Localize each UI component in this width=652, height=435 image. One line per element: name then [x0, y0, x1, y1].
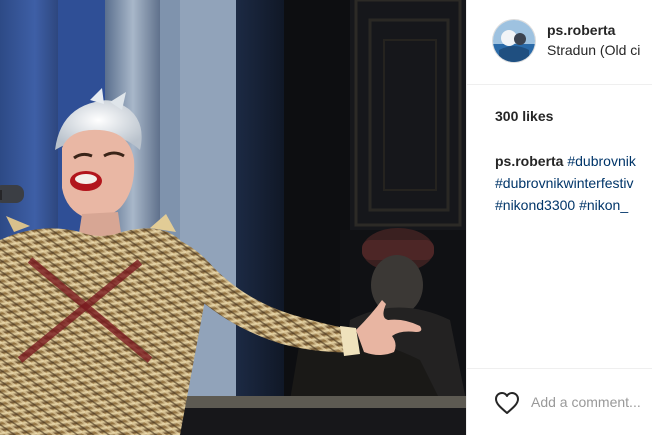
post-photo[interactable]	[0, 0, 466, 435]
likes-count[interactable]: 300 likes	[495, 108, 553, 124]
avatar-image	[493, 20, 535, 62]
post-location[interactable]: Stradun (Old ci	[547, 42, 640, 58]
hashtag-link[interactable]: #dubrovnikwinterfestiv	[495, 175, 634, 191]
user-avatar[interactable]	[493, 20, 535, 62]
add-comment-input[interactable]	[531, 391, 652, 413]
concert-performer-image	[0, 0, 466, 435]
header-divider	[467, 84, 652, 85]
post-caption: ps.roberta #dubrovnik #dubrovnikwinterfe…	[495, 150, 652, 216]
hashtag-link[interactable]: #dubrovnik	[567, 153, 636, 169]
post-username[interactable]: ps.roberta	[547, 22, 615, 38]
caption-username[interactable]: ps.roberta	[495, 153, 563, 169]
caption-line: #nikond3300 #nikon_	[495, 194, 652, 216]
caption-line: #dubrovnikwinterfestiv	[495, 172, 652, 194]
post-side-panel: ps.roberta Stradun (Old ci 300 likes ps.…	[466, 0, 652, 435]
heart-outline-icon[interactable]	[494, 391, 520, 415]
caption-line: ps.roberta #dubrovnik	[495, 150, 652, 172]
hashtag-link[interactable]: #nikond3300	[495, 197, 575, 213]
hashtag-link[interactable]: #nikon_	[579, 197, 628, 213]
post-header: ps.roberta Stradun (Old ci	[467, 0, 652, 84]
comment-bar	[467, 368, 652, 435]
